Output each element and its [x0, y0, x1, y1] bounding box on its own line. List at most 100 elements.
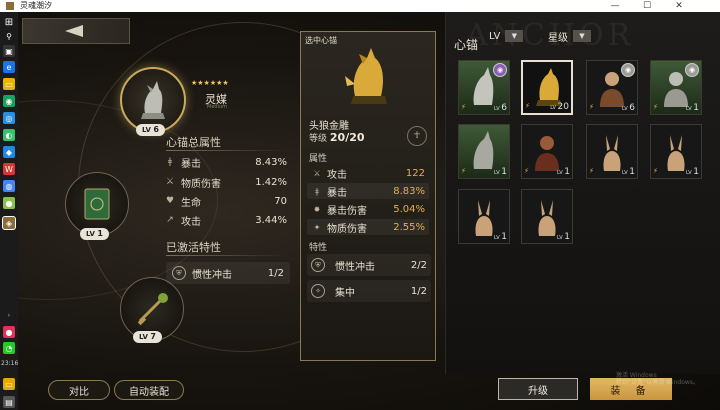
card-level-value: 1 [564, 232, 570, 242]
stat-name: 暴击 [181, 158, 201, 170]
key-level-value: 7 [150, 332, 156, 341]
level-prefix: LV [139, 333, 148, 341]
anchor-card[interactable]: ⚡ LV 1 [521, 124, 573, 179]
stat-value: 1.42% [255, 176, 287, 188]
trait-progress: 1/2 [410, 285, 427, 297]
windows-activation-watermark: 激活 Windows 转到“设置”以激活 Windows。 [616, 372, 699, 386]
trait-row[interactable]: ✧ 集中 1/2 [307, 280, 431, 302]
core-level-badge: LV 6 [136, 124, 165, 136]
attributes-title: 属性 [309, 154, 328, 164]
upgrade-button[interactable]: 升级 [498, 378, 578, 400]
edge-icon[interactable]: e [3, 61, 15, 73]
folder-icon[interactable]: ▭ [3, 78, 15, 90]
core-name-subtitle: Medium [207, 104, 227, 110]
tray-network-icon[interactable]: ◔ [3, 342, 15, 354]
owner-avatar: ◉ [621, 63, 635, 77]
bolt-icon: ⚡ [653, 103, 658, 111]
window-title: 灵魂潮汐 [20, 1, 52, 10]
sword-icon: ⚔ [313, 168, 321, 178]
auto-equip-button[interactable]: 自动装配 [114, 380, 184, 400]
attribute-row: ǂ 暴击 8.83% [307, 183, 429, 199]
heart-icon: ♥ [165, 196, 175, 206]
search-icon[interactable]: ⚲ [3, 30, 15, 42]
core-level-value: 6 [153, 125, 159, 134]
sort-by-star-select[interactable]: 星级 ▼ [548, 29, 591, 44]
owner-avatar: ◉ [493, 63, 507, 77]
attribute-value: 122 [405, 167, 425, 179]
attribute-value: 8.83% [393, 185, 425, 197]
tray-folder-icon[interactable]: ▭ [3, 378, 15, 390]
card-level-value: 20 [557, 102, 569, 112]
chat-icon[interactable]: ◐ [3, 129, 15, 141]
anchor-card[interactable]: ◉ ⚡ LV 6 [458, 60, 510, 115]
level-prefix: LV [142, 126, 151, 134]
notification-icon[interactable]: ▤ [3, 396, 15, 408]
stat-value: 8.43% [255, 156, 287, 168]
trait-progress: 2/2 [410, 259, 427, 271]
crit-damage-icon: ✸ [313, 204, 321, 214]
chrome-icon[interactable]: ◍ [3, 180, 15, 192]
minimize-button[interactable]: — [600, 0, 630, 12]
close-button[interactable]: ✕ [664, 0, 694, 12]
book-level-value: 1 [97, 229, 103, 238]
crit-icon: ǂ [167, 157, 173, 167]
store-icon[interactable]: ◆ [3, 146, 15, 158]
bolt-icon: ⚡ [589, 103, 594, 111]
anchor-card[interactable]: LV 1 [458, 189, 510, 244]
card-level-value: 1 [501, 167, 507, 177]
active-trait-row[interactable]: ⛨ 惯性冲击 1/2 [166, 262, 290, 284]
trait-name: 惯性冲击 [192, 269, 232, 281]
stat-value: 3.44% [255, 214, 287, 226]
task-view-icon[interactable]: ▣ [3, 45, 15, 57]
wps-icon[interactable]: W [3, 163, 15, 175]
book-level-badge: LV 1 [80, 228, 109, 240]
clock: 23:16 [1, 360, 19, 367]
game-taskbar-icon[interactable]: ◈ [2, 216, 16, 230]
owner-avatar: ◉ [685, 63, 699, 77]
anchor-card[interactable]: ⚡ LV 1 [458, 124, 510, 179]
trait-row[interactable]: ⛨ 惯性冲击 2/2 [307, 254, 431, 276]
taskbar: ⊞ ⚲ ▣ e ▭ ◉ ◎ ◐ ◆ W ◍ ● ◈ › ● ◔ 23:16 ▭ … [0, 12, 18, 410]
card-level: LV 1 [557, 232, 570, 242]
anchor-card-selected[interactable]: ⚡ LV 20 [521, 60, 573, 115]
attribute-name: 攻击 [327, 169, 347, 181]
stat-name: 物质伤害 [181, 178, 221, 190]
tray-app-icon[interactable]: ● [3, 326, 15, 338]
card-level-value: 1 [501, 232, 507, 242]
bust-icon [535, 136, 559, 171]
sort-by-level-select[interactable]: LV ▼ [489, 29, 524, 43]
qq-icon[interactable]: ◎ [3, 112, 15, 124]
sword-icon: ⚔ [165, 177, 175, 187]
card-level-value: 6 [501, 103, 507, 113]
rune-icon[interactable]: ☥ [407, 126, 427, 146]
sort-star-label: 星级 [548, 32, 568, 44]
tray-expand-icon[interactable]: › [1, 312, 17, 319]
anchor-card[interactable]: LV 1 [521, 189, 573, 244]
card-level-value: 6 [629, 103, 635, 113]
attribute-row: ⚔ 攻击 122 [307, 165, 429, 181]
selected-anchor-level: 等级 20/20 [309, 131, 365, 144]
start-icon[interactable]: ⊞ [3, 16, 15, 28]
window-titlebar: 灵魂潮汐 — ☐ ✕ [0, 0, 720, 12]
card-level-value: 1 [693, 103, 699, 113]
bolt-icon: ⚡ [524, 167, 529, 175]
maximize-button[interactable]: ☐ [632, 0, 662, 12]
shield-icon: ⛨ [311, 258, 325, 272]
anchor-card[interactable]: ⚡ LV 1 [586, 124, 638, 179]
app-green-icon[interactable]: ● [3, 197, 15, 209]
shield-icon: ⛨ [172, 266, 186, 280]
compare-button[interactable]: 对比 [48, 380, 110, 400]
bolt-icon: ⚡ [461, 103, 466, 111]
anchor-card[interactable]: ⚡ LV 1 [650, 124, 702, 179]
rabbit-statue-icon [538, 200, 556, 236]
anchor-card[interactable]: ◉ ⚡ LV 6 [586, 60, 638, 115]
anchor-card[interactable]: ◉ ⚡ LV 1 [650, 60, 702, 115]
attribute-row: ✦ 物质伤害 2.55% [307, 219, 429, 235]
core-slot-book[interactable] [65, 172, 129, 236]
gold-wolf-statue-icon [345, 48, 387, 104]
level-prefix: LV [86, 230, 95, 238]
wechat-icon[interactable]: ◉ [3, 95, 15, 107]
total-stat-row: ⚔ 物质伤害 1.42% [165, 174, 287, 190]
back-button[interactable] [22, 18, 130, 44]
bolt-icon: ⚡ [589, 167, 594, 175]
